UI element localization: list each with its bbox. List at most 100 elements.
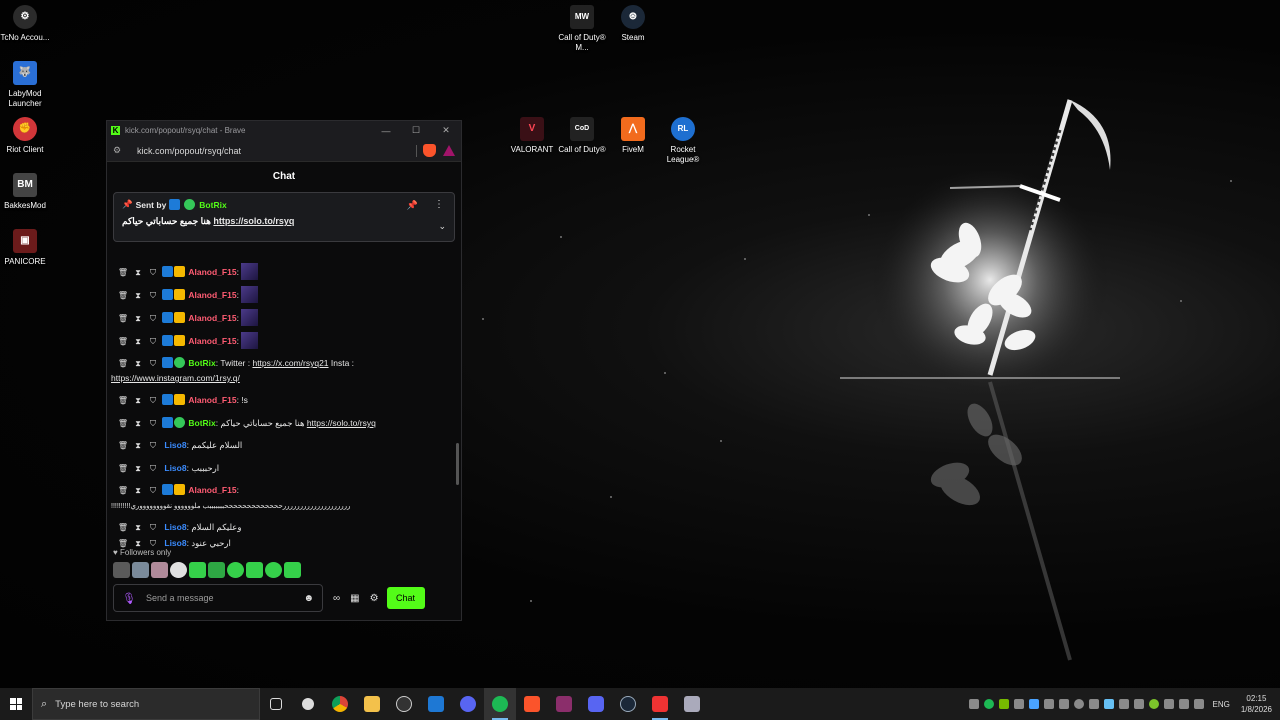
chat-username[interactable]: Liso8 — [164, 538, 186, 548]
ban-icon[interactable]: ⛉ — [147, 266, 159, 280]
volume-icon[interactable] — [1178, 699, 1189, 709]
taskbar-app-photos[interactable] — [420, 688, 452, 720]
clock[interactable]: 02:15 1/8/2026 — [1241, 693, 1272, 715]
close-button[interactable]: ✕ — [431, 125, 461, 136]
message-link[interactable]: https://solo.to/rsyq — [307, 418, 376, 428]
ban-icon[interactable]: ⛉ — [147, 462, 159, 476]
settings-gear-icon[interactable]: ⚙ — [370, 593, 379, 604]
ban-icon[interactable]: ⛉ — [147, 335, 159, 349]
delete-icon[interactable]: 🗑 — [117, 357, 129, 371]
nvidia-tray-icon[interactable] — [998, 699, 1009, 709]
taskbar-app-discord[interactable] — [580, 688, 612, 720]
desktop-icon-tcno[interactable]: ⚙ TcNo Accou... — [0, 5, 54, 43]
task-view-button[interactable] — [260, 688, 292, 720]
ban-icon[interactable]: ⛉ — [147, 312, 159, 326]
timeout-icon[interactable]: ⧗ — [132, 312, 144, 326]
taskbar-app-file-explorer[interactable] — [356, 688, 388, 720]
pinned-message[interactable]: 📌 Sent by BotRix هنا جميع حساباتي حياكم … — [113, 192, 455, 242]
mic-tray-icon[interactable] — [1118, 699, 1129, 709]
minimize-button[interactable]: — — [371, 126, 401, 136]
brave-shields-icon[interactable] — [423, 144, 436, 157]
steam-tray-icon[interactable] — [1103, 699, 1114, 709]
pinned-link[interactable]: https://solo.to/rsyq — [213, 216, 294, 226]
tray-icon[interactable] — [1148, 699, 1159, 709]
tray-icon[interactable] — [1013, 699, 1024, 709]
emote-button[interactable] — [151, 562, 168, 578]
store-icon[interactable]: ▦ — [350, 593, 359, 604]
taskbar-app-obs[interactable] — [388, 688, 420, 720]
send-chat-button[interactable]: Chat — [386, 587, 425, 609]
timeout-icon[interactable]: ⧗ — [132, 439, 144, 453]
timeout-icon[interactable]: ⧗ — [132, 484, 144, 498]
chat-username[interactable]: Alanod_F15 — [188, 267, 236, 277]
headset-tray-icon[interactable] — [1043, 699, 1054, 709]
chat-username[interactable]: Liso8 — [164, 522, 186, 532]
taskbar-app-brave[interactable] — [516, 688, 548, 720]
delete-icon[interactable]: 🗑 — [117, 439, 129, 453]
maximize-button[interactable]: ☐ — [401, 125, 431, 136]
timeout-icon[interactable]: ⧗ — [132, 462, 144, 476]
delete-icon[interactable]: 🗑 — [117, 312, 129, 326]
start-button[interactable] — [0, 688, 32, 720]
brightness-tray-icon[interactable] — [1163, 699, 1174, 709]
delete-icon[interactable]: 🗑 — [117, 417, 129, 431]
message-link[interactable]: https://x.com/rsyq21 — [252, 358, 328, 368]
unpin-icon[interactable]: 📌 — [407, 200, 418, 211]
ban-icon[interactable]: ⛉ — [147, 484, 159, 498]
spotify-tray-icon[interactable] — [983, 699, 994, 709]
emote-button[interactable] — [284, 562, 301, 578]
desktop-icon-labymod[interactable]: 🐺 LabyMod Launcher — [0, 61, 54, 109]
delete-icon[interactable]: 🗑 — [117, 289, 129, 303]
network-icon[interactable] — [1193, 699, 1204, 709]
timeout-icon[interactable]: ⧗ — [132, 266, 144, 280]
timeout-icon[interactable]: ⧗ — [132, 394, 144, 408]
message-link[interactable]: https://www.instagram.com/1rsy.q/ — [111, 373, 240, 383]
delete-icon[interactable]: 🗑 — [117, 394, 129, 408]
tray-icon[interactable] — [1133, 699, 1144, 709]
ban-icon[interactable]: ⛉ — [147, 357, 159, 371]
delete-icon[interactable]: 🗑 — [117, 484, 129, 498]
ban-icon[interactable]: ⛉ — [147, 417, 159, 431]
tray-icon[interactable] — [1058, 699, 1069, 709]
chat-username[interactable]: Alanod_F15 — [188, 336, 236, 346]
window-titlebar[interactable]: K kick.com/popout/rsyq/chat - Brave — ☐ … — [107, 121, 461, 140]
taskbar-app-chrome[interactable] — [324, 688, 356, 720]
emote-button[interactable] — [227, 562, 244, 578]
pinned-username[interactable]: BotRix — [199, 200, 226, 210]
chevron-down-icon[interactable]: ⌄ — [438, 221, 446, 232]
emoji-picker-icon[interactable]: ☻ — [303, 593, 314, 604]
desktop-icon-riot-client[interactable]: ✊ Riot Client — [0, 117, 54, 155]
tray-icon[interactable] — [1073, 699, 1084, 709]
chat-username[interactable]: BotRix — [188, 418, 215, 428]
more-options-icon[interactable]: ⋮ — [434, 199, 444, 210]
chat-username[interactable]: Alanod_F15 — [188, 290, 236, 300]
desktop-icon-bakkesmod[interactable]: BM BakkesMod — [0, 173, 54, 211]
desktop-icon-panicore[interactable]: ▣ PANICORE — [0, 229, 54, 267]
ban-icon[interactable]: ⛉ — [147, 521, 159, 535]
chat-message-input[interactable]: 🎙 Send a message ☻ — [113, 584, 323, 612]
ban-icon[interactable]: ⛉ — [147, 289, 159, 303]
delete-icon[interactable]: 🗑 — [117, 521, 129, 535]
emote-button[interactable] — [113, 562, 130, 578]
timeout-icon[interactable]: ⧗ — [132, 357, 144, 371]
chat-username[interactable]: Liso8 — [164, 463, 186, 473]
chat-username[interactable]: BotRix — [188, 358, 215, 368]
kick-points-icon[interactable]: ∞ — [333, 593, 340, 604]
tray-icon[interactable] — [1028, 699, 1039, 709]
tray-icon[interactable] — [968, 699, 979, 709]
emote-button[interactable] — [189, 562, 206, 578]
taskbar-app-spotify[interactable] — [484, 688, 516, 720]
taskbar-app-winrar[interactable] — [548, 688, 580, 720]
desktop-icon-rocket-league[interactable]: RL Rocket League® — [654, 117, 712, 165]
delete-icon[interactable]: 🗑 — [117, 335, 129, 349]
emote-button[interactable] — [132, 562, 149, 578]
timeout-icon[interactable]: ⧗ — [132, 417, 144, 431]
ban-icon[interactable]: ⛉ — [147, 439, 159, 453]
taskbar-app-brave-window[interactable] — [644, 688, 676, 720]
brave-rewards-icon[interactable] — [443, 145, 455, 156]
timeout-icon[interactable]: ⧗ — [132, 521, 144, 535]
emote-button[interactable] — [265, 562, 282, 578]
taskbar-app-steelseries[interactable] — [292, 688, 324, 720]
emote-button[interactable] — [208, 562, 225, 578]
ban-icon[interactable]: ⛉ — [147, 394, 159, 408]
